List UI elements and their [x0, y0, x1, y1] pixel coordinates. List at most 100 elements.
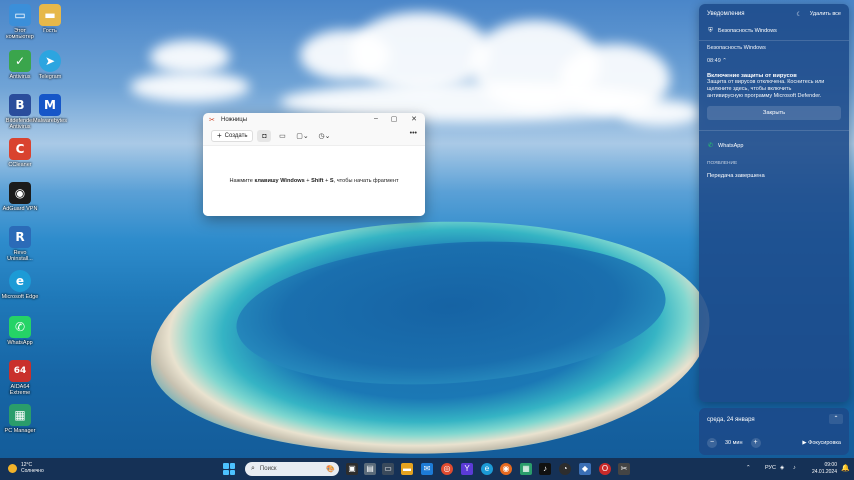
mail-icon[interactable]: ✉ — [421, 463, 433, 475]
chevron-up-icon: ⌃ — [722, 58, 727, 64]
desktop-icon-aida64[interactable]: 64 AIDA64 Extreme — [0, 360, 40, 396]
malwarebytes-icon: M — [39, 94, 61, 116]
computer-icon: ▭ — [9, 4, 31, 26]
notification-center: Уведомления ☾ Удалить все ⛨ Безопасность… — [699, 4, 849, 402]
task-view-icon[interactable]: ▣ — [346, 463, 358, 475]
notification-title: Уведомления — [707, 11, 745, 17]
search-highlight-icon: 🎨 — [326, 466, 335, 473]
focus-row: − 30 мин + ▶ Фокусировка — [699, 437, 849, 449]
tray-overflow-icon[interactable]: ⌃ — [746, 465, 751, 471]
security-notification-source: Безопасность Windows — [707, 45, 766, 51]
timer-icon[interactable]: ◷⌄ — [315, 130, 333, 142]
calendar-panel: среда, 24 января ⌃ − 30 мин + ▶ Фокусиро… — [699, 408, 849, 455]
maximize-button[interactable]: ▢ — [389, 115, 399, 123]
bitdefender-icon: B — [9, 94, 31, 116]
clock-time: 09:00 — [824, 462, 837, 468]
divider — [699, 40, 849, 41]
search-icon: ⌕ — [251, 465, 255, 472]
desktop-icon-revo-uninstaller[interactable]: R Revo Uninstall... — [0, 226, 40, 262]
snipping-tool-titlebar: ✂ Ножницы – ▢ ✕ — [203, 113, 425, 127]
start-button[interactable] — [223, 463, 235, 475]
adguard-icon: ◉ — [9, 182, 31, 204]
telegram-icon: ➤ — [39, 50, 61, 72]
snipping-tool-icon[interactable]: ✂ — [618, 463, 630, 475]
search-box[interactable]: ⌕ Поиск 🎨 — [245, 462, 339, 476]
pc-manager-icon[interactable]: ▦ — [520, 463, 532, 475]
desktop-icon-edge[interactable]: e Microsoft Edge — [0, 270, 40, 300]
folder-icon: ▬ — [39, 4, 61, 26]
desktop-icon-malwarebytes[interactable]: M Malwarebytes — [30, 94, 70, 124]
whatsapp-icon: ✆ — [707, 142, 714, 149]
plus-icon: + — [217, 131, 222, 140]
window-title: Ножницы — [221, 117, 248, 123]
desktop-icon-telegram[interactable]: ➤ Telegram — [30, 50, 70, 80]
desktop-icon-guest-folder[interactable]: ▬ Гость — [30, 4, 70, 34]
whatsapp-app-header: ✆ WhatsApp — [707, 142, 744, 150]
weather-widget[interactable]: 12°C Солнечно — [8, 462, 44, 474]
chevron-up-icon[interactable]: ⌃ — [829, 414, 843, 424]
chrome-icon[interactable]: ◎ — [441, 463, 453, 475]
edge-icon: e — [9, 270, 31, 292]
pc-manager-icon: ▦ — [9, 404, 31, 426]
rectangle-mode-icon[interactable]: ▢⌄ — [293, 130, 311, 142]
shield-icon: ⛨ — [708, 27, 713, 34]
snipping-toolbar: + Создать ◘ ▭ ▢⌄ ◷⌄ ••• — [203, 127, 425, 145]
snipping-tool-window: ✂ Ножницы – ▢ ✕ + Создать ◘ ▭ ▢⌄ ◷⌄ ••• … — [203, 113, 425, 216]
checkmark-icon: ✓ — [9, 50, 31, 72]
sun-icon — [8, 463, 17, 473]
whatsapp-icon: ✆ — [9, 316, 31, 338]
camera-icon[interactable]: ◘ — [257, 130, 272, 142]
speedometer-icon[interactable]: ◔ — [559, 463, 571, 475]
notification-card-text-2[interactable]: щелкните здесь, чтобы включить — [699, 86, 849, 93]
volume-icon[interactable]: ♪ — [793, 465, 796, 471]
aida64-icon: 64 — [9, 360, 31, 382]
close-button[interactable]: ✕ — [409, 115, 419, 123]
more-icon[interactable]: ••• — [410, 130, 417, 137]
do-not-disturb-icon[interactable]: ☾ — [796, 11, 801, 18]
opera-icon[interactable]: O — [599, 463, 611, 475]
language-indicator[interactable]: РУС — [765, 465, 776, 471]
scissors-icon: ✂ — [209, 116, 215, 124]
increase-minutes-button[interactable]: + — [750, 438, 761, 448]
whatsapp-notification-message[interactable]: Передача завершена — [699, 173, 849, 179]
app-icon[interactable]: ◆ — [579, 463, 591, 475]
tiktok-icon[interactable]: ♪ — [539, 463, 551, 475]
security-app-header: ⛨ Безопасность Windows — [708, 27, 777, 35]
notification-time: 08:49 ⌃ — [707, 58, 727, 64]
revo-icon: R — [9, 226, 31, 248]
minimize-button[interactable]: – — [371, 115, 381, 122]
ccleaner-icon: C — [9, 138, 31, 160]
search-placeholder: Поиск — [259, 466, 277, 472]
firefox-icon[interactable]: ◉ — [500, 463, 512, 475]
decrease-minutes-button[interactable]: − — [707, 438, 717, 448]
notification-bell-icon[interactable]: 🔔 — [841, 464, 850, 472]
network-icon[interactable]: ◈ — [780, 465, 784, 471]
focus-minutes: 30 мин — [725, 440, 743, 446]
taskbar: 12°C Солнечно ⌕ Поиск 🎨 ▣ ▤ ▭ ▬ ✉ ◎ Y e … — [0, 458, 854, 480]
focus-button[interactable]: ▶ Фокусировка — [802, 440, 841, 446]
desktop-app-icon[interactable]: ▭ — [382, 463, 394, 475]
calendar-date: среда, 24 января — [707, 417, 755, 423]
yandex-icon[interactable]: Y — [461, 463, 473, 475]
desktop-icon-pc-manager[interactable]: ▦ PC Manager — [0, 404, 40, 434]
new-snip-button[interactable]: + Создать — [211, 130, 254, 142]
desktop-icon-whatsapp[interactable]: ✆ WhatsApp — [0, 316, 40, 346]
video-icon[interactable]: ▭ — [275, 130, 289, 142]
clock[interactable]: 09:00 24.01.2024 — [807, 462, 837, 475]
whatsapp-notification-source: ПОЯВЛЕНИЕ — [707, 161, 738, 166]
snip-hint-text: Нажмите клавишу Windows + Shift + S, что… — [229, 178, 399, 184]
weather-condition: Солнечно — [21, 468, 44, 474]
widgets-icon[interactable]: ▤ — [364, 463, 376, 475]
desktop-icon-ccleaner[interactable]: C CCleaner — [0, 138, 40, 168]
notification-card-text-3[interactable]: антивирусную программу Microsoft Defende… — [699, 93, 849, 100]
play-icon: ▶ — [802, 440, 807, 446]
clear-all-button[interactable]: Удалить все — [810, 11, 841, 17]
file-explorer-icon[interactable]: ▬ — [401, 463, 413, 475]
close-notification-button[interactable]: Закрыть — [707, 106, 841, 120]
notification-card-text-1[interactable]: Защита от вирусов отключена. Коснитесь и… — [699, 79, 849, 86]
notification-header: Уведомления ☾ Удалить все — [699, 4, 849, 24]
edge-icon[interactable]: e — [481, 463, 493, 475]
clock-date: 24.01.2024 — [811, 468, 837, 475]
divider — [699, 130, 849, 131]
desktop-icon-adguard-vpn[interactable]: ◉ AdGuard VPN — [0, 182, 40, 212]
